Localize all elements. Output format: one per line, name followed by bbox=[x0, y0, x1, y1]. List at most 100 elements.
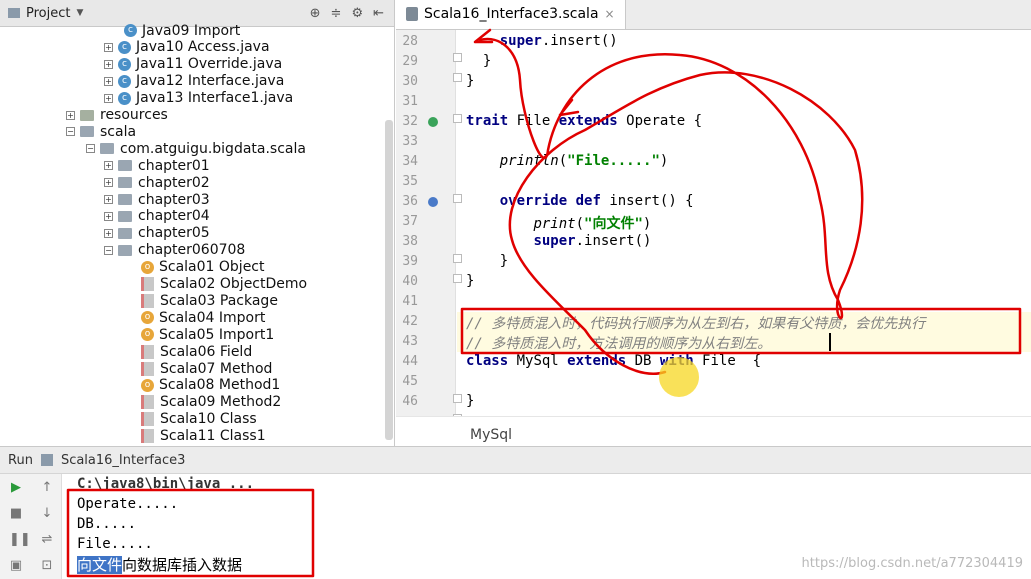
tree-item-label: Scala07 Method bbox=[160, 360, 273, 377]
tree-item-label: Scala03 Package bbox=[160, 292, 278, 309]
expand-icon[interactable]: + bbox=[104, 228, 113, 238]
tree-item[interactable]: + c Java13 Interface1.java bbox=[104, 90, 293, 107]
class-icon: c bbox=[118, 74, 131, 88]
collapse-icon[interactable]: ≑ bbox=[331, 6, 342, 21]
folder-icon bbox=[118, 177, 132, 189]
fold-marker[interactable] bbox=[453, 53, 462, 62]
tree-item[interactable]: + chapter05 bbox=[104, 225, 210, 242]
rerun-icon[interactable]: ▶ bbox=[9, 481, 23, 495]
console-selection[interactable]: 向文件 bbox=[77, 556, 123, 574]
expand-icon[interactable]: + bbox=[104, 93, 113, 103]
tree-item[interactable]: + chapter04 bbox=[104, 208, 210, 225]
line-number: 33 bbox=[402, 134, 418, 149]
tree-item-label: Scala11 Class1 bbox=[160, 428, 266, 445]
project-scrollbar[interactable] bbox=[385, 120, 393, 440]
stop-icon[interactable]: ■ bbox=[9, 507, 23, 521]
hide-icon[interactable]: ⇤ bbox=[373, 6, 384, 21]
down-arrow-icon[interactable]: ↓ bbox=[40, 507, 54, 521]
code-line-34: println("File.....") bbox=[499, 153, 669, 169]
tree-item-label: Java11 Override.java bbox=[136, 56, 283, 73]
expand-icon[interactable]: + bbox=[104, 59, 113, 69]
line-number: 40 bbox=[402, 274, 418, 289]
editor-tabbar: Scala16_Interface3.scala × bbox=[396, 0, 1031, 30]
expand-icon[interactable]: − bbox=[66, 127, 75, 137]
run-label: Run bbox=[8, 452, 33, 468]
object-icon: o bbox=[141, 260, 154, 274]
tree-item-label: chapter04 bbox=[138, 208, 210, 225]
file-icon bbox=[141, 277, 154, 291]
tree-item[interactable]: + chapter01 bbox=[104, 157, 210, 174]
tree-item[interactable]: o Scala04 Import bbox=[141, 309, 265, 326]
tree-item[interactable]: Scala02 ObjectDemo bbox=[141, 276, 307, 293]
line-number: 38 bbox=[402, 234, 418, 249]
tree-item[interactable]: − com.atguigu.bigdata.scala bbox=[86, 140, 306, 157]
expand-icon[interactable]: + bbox=[104, 195, 113, 204]
code-line-42: // 多特质混入时，代码执行顺序为从左到右，如果有父特质，会优先执行 bbox=[466, 316, 926, 332]
expand-icon[interactable]: + bbox=[104, 76, 113, 86]
tree-item[interactable]: o Scala05 Import1 bbox=[141, 326, 274, 343]
tree-item[interactable]: Scala10 Class bbox=[141, 411, 257, 428]
tree-item[interactable]: Scala11 Class1 bbox=[141, 428, 266, 445]
fold-marker[interactable] bbox=[453, 73, 462, 82]
expand-icon[interactable]: − bbox=[104, 245, 113, 255]
pause-icon[interactable]: ❚❚ bbox=[9, 533, 31, 547]
expand-icon[interactable]: + bbox=[104, 211, 113, 221]
tree-item-label: Java10 Access.java bbox=[136, 39, 270, 56]
settings-icon[interactable]: ⚙ bbox=[351, 6, 363, 21]
fold-marker[interactable] bbox=[453, 194, 462, 203]
tree-item[interactable]: Scala09 Method2 bbox=[141, 394, 281, 411]
editor-tab[interactable]: Scala16_Interface3.scala × bbox=[396, 0, 626, 29]
soft-wrap-icon[interactable]: ⇌ bbox=[40, 533, 54, 547]
tree-item[interactable]: Scala06 Field bbox=[141, 343, 252, 360]
folder-icon bbox=[8, 8, 20, 18]
expand-icon[interactable]: + bbox=[104, 178, 113, 188]
tree-item[interactable]: o Scala01 Object bbox=[141, 259, 265, 276]
expand-icon[interactable]: + bbox=[104, 161, 113, 171]
line-number: 45 bbox=[402, 374, 418, 389]
implemented-icon[interactable] bbox=[428, 117, 438, 127]
fold-marker[interactable] bbox=[453, 254, 462, 263]
tree-item[interactable]: + c Java12 Interface.java bbox=[104, 73, 284, 90]
object-icon: o bbox=[141, 311, 154, 325]
expand-icon[interactable]: − bbox=[86, 144, 95, 154]
tree-item[interactable]: − chapter060708 bbox=[104, 242, 245, 259]
tree-item[interactable]: Scala07 Method bbox=[141, 360, 272, 377]
line-number: 36 bbox=[402, 194, 418, 209]
project-title[interactable]: Project bbox=[26, 6, 70, 21]
file-icon bbox=[141, 395, 154, 410]
tree-item[interactable]: + chapter03 bbox=[104, 191, 210, 208]
tree-item[interactable]: + resources bbox=[66, 107, 168, 124]
locate-icon[interactable]: ⊕ bbox=[310, 6, 321, 21]
line-number: 35 bbox=[402, 174, 418, 189]
line-number: 28 bbox=[402, 34, 418, 49]
override-icon[interactable] bbox=[428, 197, 438, 207]
tree-item[interactable]: c Java09 Import bbox=[124, 22, 240, 39]
tree-item[interactable]: − scala bbox=[66, 123, 136, 140]
folder-icon bbox=[118, 160, 132, 172]
code-line-43: // 多特质混入时，方法调用的顺序为从右到左。 bbox=[466, 336, 772, 352]
watermark: https://blog.csdn.net/a772304419 bbox=[801, 556, 1023, 571]
dump-icon[interactable]: ▣ bbox=[9, 559, 23, 573]
tree-item[interactable]: + c Java11 Override.java bbox=[104, 56, 282, 73]
close-icon[interactable]: × bbox=[605, 7, 615, 21]
breadcrumb[interactable]: MySql bbox=[396, 416, 1031, 446]
tree-item[interactable]: o Scala08 Method1 bbox=[141, 377, 280, 394]
tree-item-label: Java09 Import bbox=[142, 22, 241, 39]
tree-item[interactable]: + c Java10 Access.java bbox=[104, 39, 270, 56]
class-icon: c bbox=[118, 91, 131, 105]
tree-item[interactable]: + chapter02 bbox=[104, 174, 210, 191]
up-arrow-icon[interactable]: ↑ bbox=[40, 481, 54, 495]
fold-marker[interactable] bbox=[453, 274, 462, 283]
pin-icon[interactable]: ⊡ bbox=[40, 559, 54, 573]
fold-marker[interactable] bbox=[453, 114, 462, 123]
fold-marker[interactable] bbox=[453, 394, 462, 403]
folder-icon bbox=[118, 194, 132, 205]
expand-icon[interactable]: + bbox=[66, 110, 75, 120]
code-line-39: } bbox=[466, 253, 509, 269]
expand-icon[interactable]: + bbox=[104, 42, 113, 52]
dropdown-icon[interactable]: ▼ bbox=[76, 8, 83, 18]
run-config-name[interactable]: Scala16_Interface3 bbox=[61, 453, 185, 468]
tree-item-label: Scala05 Import1 bbox=[159, 326, 275, 343]
tree-item[interactable]: Scala03 Package bbox=[141, 292, 278, 309]
tree-item-label: Java13 Interface1.java bbox=[136, 90, 294, 107]
